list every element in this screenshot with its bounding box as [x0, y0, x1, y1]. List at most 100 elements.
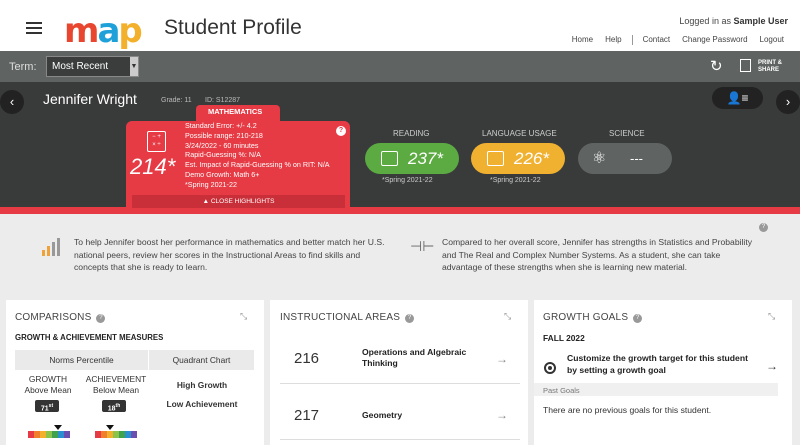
term-label: Term: — [9, 61, 37, 73]
science-score-pill[interactable]: ⚛ --- — [578, 143, 672, 174]
arrow-right-icon[interactable]: → — [766, 359, 778, 373]
reading-label: READING — [393, 129, 430, 138]
math-subject-label: MATHEMATICS — [208, 107, 263, 116]
highlight-strength-text: Compared to her overall score, Jennifer … — [442, 237, 753, 273]
growth-label: GROWTH — [28, 374, 68, 384]
achievement-percentile-badge: 18th — [102, 400, 126, 412]
menu-icon[interactable] — [26, 22, 42, 34]
person-list-icon: 👤≡ — [726, 91, 749, 105]
close-highlights-button[interactable]: ▲ CLOSE HIGHLIGHTS — [132, 195, 345, 208]
panel-title: COMPARISONS? — [15, 312, 106, 323]
home-link[interactable]: Home — [566, 35, 599, 45]
achievement-percentile: 18 — [107, 405, 116, 413]
login-status: Logged in as Sample User — [679, 16, 788, 26]
scale-segment — [131, 431, 137, 438]
share-label: SHARE — [758, 67, 780, 73]
book-icon — [381, 151, 398, 166]
accent-line — [0, 207, 800, 214]
print-label: PRINT & — [758, 60, 782, 66]
comparisons-subtitle: GROWTH & ACHIEVEMENT MEASURES — [15, 333, 164, 342]
term-selected-value: Most Recent — [52, 61, 109, 72]
atom-icon: ⚛ — [592, 150, 607, 167]
chevron-down-icon[interactable]: ▼ — [130, 57, 138, 76]
detail-line: Possible range: 210-218 — [185, 130, 263, 140]
quadrant-achievement: Low Achievement — [166, 399, 238, 409]
achievement-percentile-suffix: th — [115, 403, 121, 409]
arrow-right-icon[interactable]: → — [496, 352, 508, 366]
term-bar: Term: Most Recent ▼ ↻ PRINT & SHARE — [0, 51, 800, 82]
instructional-area-row[interactable]: 216 Operations and Algebraic Thinking → — [280, 334, 520, 384]
math-details: Standard Error: +/- 4.2 Possible range: … — [185, 121, 330, 190]
expand-icon[interactable]: ⤡ — [240, 311, 247, 322]
language-score: 226* — [514, 149, 549, 168]
quadrant-growth: High Growth — [176, 380, 228, 390]
math-score: 214* — [130, 154, 176, 179]
login-prefix: Logged in as — [679, 16, 731, 26]
pencil-paper-icon — [487, 151, 504, 166]
comparisons-panel: COMPARISONS? ⤡ GROWTH & ACHIEVEMENT MEAS… — [6, 300, 264, 445]
expand-icon[interactable]: ⤡ — [768, 311, 775, 322]
bar-chart-icon — [42, 238, 64, 256]
reading-score: 237* — [408, 149, 443, 168]
reading-date: *Spring 2021-22 — [382, 177, 433, 184]
tab-norms-percentile[interactable]: Norms Percentile — [15, 350, 148, 370]
logout-link[interactable]: Logout — [754, 35, 790, 45]
comparisons-title: COMPARISONS — [15, 312, 92, 323]
detail-line: 3/24/2022 - 60 minutes — [185, 140, 259, 150]
growth-goals-title: GROWTH GOALS — [543, 312, 629, 323]
instructional-area-row[interactable]: 217 Geometry → — [280, 390, 520, 440]
help-icon[interactable]: ? — [405, 314, 415, 323]
growth-percentile-suffix: st — [48, 403, 54, 409]
past-goals-label: Past Goals — [543, 386, 580, 395]
help-icon[interactable]: ? — [336, 126, 346, 136]
scale-segment — [64, 431, 70, 438]
next-student-button[interactable]: › — [776, 90, 800, 114]
language-score-pill[interactable]: 226* — [471, 143, 565, 174]
achievement-label: ACHIEVEMENT — [85, 374, 147, 384]
growth-scale-bar — [28, 431, 70, 438]
detail-line: *Spring 2021-22 — [185, 179, 237, 189]
calculator-icon: − + × ÷ — [147, 131, 166, 152]
instructional-areas-panel: INSTRUCTIONAL AREAS? ⤡ 216 Operations an… — [270, 300, 528, 445]
area-score: 217 — [294, 407, 320, 424]
tab-quadrant-chart[interactable]: Quadrant Chart — [149, 350, 254, 370]
student-id: ID: S12287 — [205, 97, 241, 104]
help-link[interactable]: Help — [599, 35, 627, 45]
help-icon[interactable]: ? — [96, 314, 106, 323]
language-date: *Spring 2021-22 — [490, 177, 541, 184]
top-header: map Student Profile Logged in as Sample … — [0, 0, 800, 51]
print-icon — [740, 59, 751, 72]
panel-title: GROWTH GOALS? — [543, 312, 643, 323]
expand-icon[interactable]: ⤡ — [504, 311, 511, 322]
achievement-desc: Below Mean — [92, 385, 140, 395]
achievement-scale-bar — [95, 431, 137, 438]
page-title: Student Profile — [164, 16, 302, 39]
area-score: 216 — [294, 350, 320, 367]
growth-desc: Above Mean — [24, 385, 72, 395]
dumbbell-icon: ⊣⊢ — [410, 238, 435, 254]
panel-title: INSTRUCTIONAL AREAS? — [280, 312, 415, 323]
no-goals-text: There are no previous goals for this stu… — [543, 405, 712, 415]
term-select[interactable]: Most Recent ▼ — [46, 56, 139, 77]
help-icon[interactable]: ? — [759, 223, 768, 232]
science-label: SCIENCE — [609, 129, 645, 138]
refresh-icon[interactable]: ↻ — [710, 59, 723, 74]
growth-marker — [54, 425, 62, 430]
detail-line: Est. Impact of Rapid-Guessing % on RIT: … — [185, 160, 330, 170]
reading-score-pill[interactable]: 237* — [365, 143, 459, 174]
student-menu-button[interactable]: 👤≡ — [712, 87, 763, 109]
target-icon — [544, 362, 556, 374]
top-links: Home Help Contact Change Password Logout — [566, 35, 790, 45]
student-name: Jennifer Wright — [43, 91, 137, 107]
growth-goals-panel: GROWTH GOALS? ⤡ FALL 2022 Customize the … — [534, 300, 792, 445]
language-label: LANGUAGE USAGE — [482, 129, 557, 138]
area-name: Operations and Algebraic Thinking — [362, 347, 467, 368]
customize-goal-link[interactable]: Customize the growth target for this stu… — [567, 353, 757, 376]
prev-student-button[interactable]: ‹ — [0, 90, 24, 114]
detail-line: Demo Growth: Math 6+ — [185, 169, 260, 179]
help-icon[interactable]: ? — [633, 314, 643, 323]
contact-link[interactable]: Contact — [637, 35, 677, 45]
change-password-link[interactable]: Change Password — [676, 35, 753, 45]
detail-line: Standard Error: +/- 4.2 — [185, 121, 257, 130]
arrow-right-icon[interactable]: → — [496, 408, 508, 422]
